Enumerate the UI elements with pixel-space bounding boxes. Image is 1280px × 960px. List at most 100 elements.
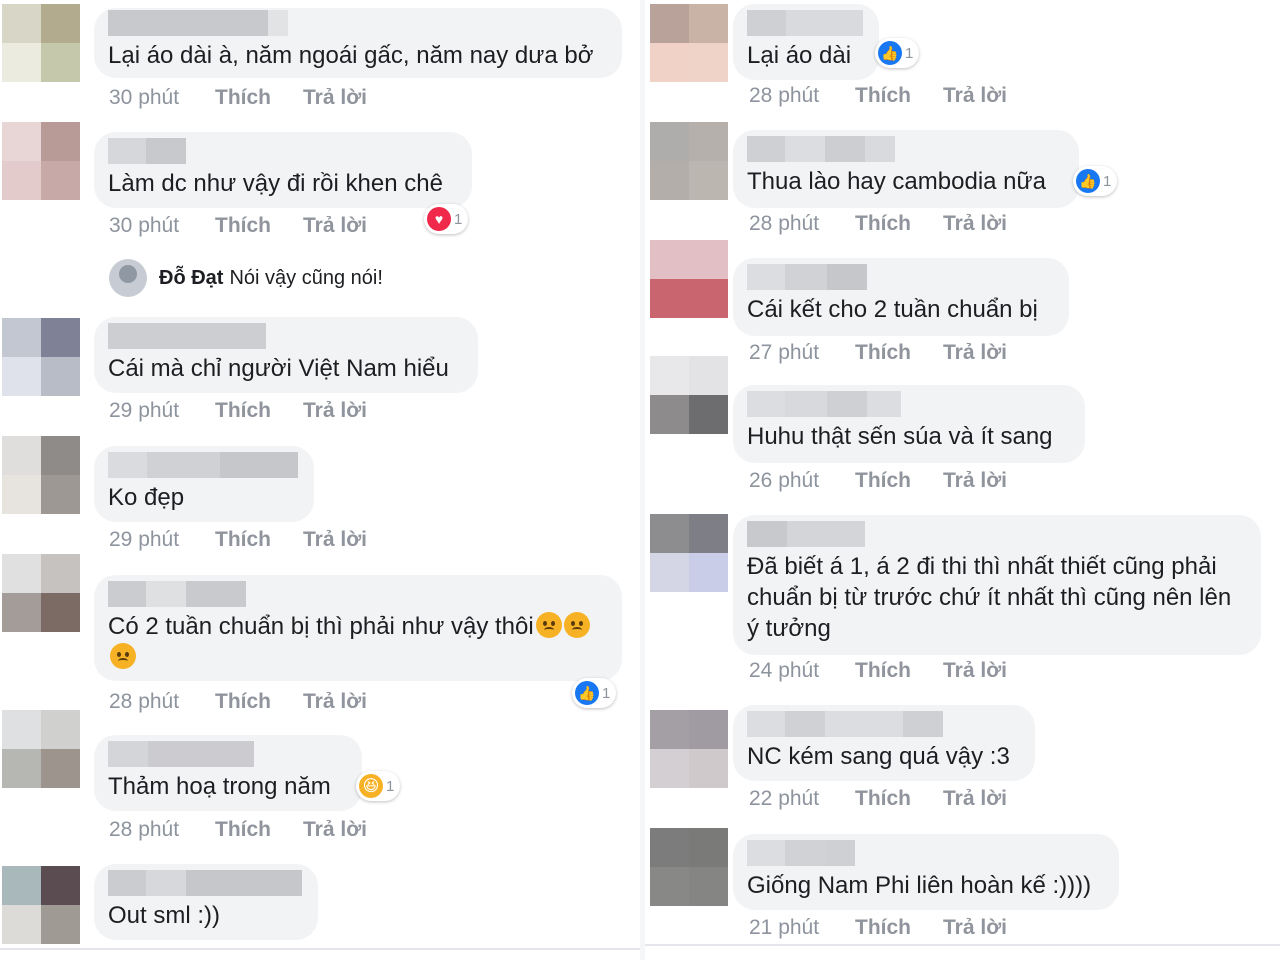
blurred-author-name[interactable] bbox=[108, 741, 346, 767]
avatar[interactable] bbox=[2, 866, 80, 944]
blurred-author-name[interactable] bbox=[747, 521, 1245, 547]
comment-meta: 28 phút Thích Trả lời bbox=[109, 818, 367, 842]
blurred-author-name[interactable] bbox=[108, 138, 456, 164]
comment-bubble: Huhu thật sến súa và ít sang bbox=[733, 385, 1085, 463]
avatar[interactable] bbox=[650, 122, 728, 200]
reply-link[interactable]: Trả lời bbox=[303, 690, 367, 714]
like-link[interactable]: Thích bbox=[215, 86, 303, 110]
avatar[interactable] bbox=[650, 710, 728, 788]
sad-emoji-icon bbox=[535, 612, 562, 638]
reaction-badge[interactable]: 😆 1 bbox=[356, 771, 401, 801]
reply-link[interactable]: Trả lời bbox=[303, 818, 367, 842]
divider bbox=[645, 944, 1280, 946]
like-icon: 👍 bbox=[1076, 169, 1100, 193]
comment-bubble: Đã biết á 1, á 2 đi thi thì nhất thiết c… bbox=[733, 515, 1261, 655]
blurred-author-name[interactable] bbox=[747, 840, 1103, 866]
sad-emoji-icon bbox=[110, 643, 136, 669]
blurred-author-name[interactable] bbox=[747, 264, 1053, 290]
comment-bubble: Lại áo dài à, năm ngoái gấc, năm nay dưa… bbox=[94, 8, 622, 78]
comment-bubble: Làm dc như vậy đi rồi khen chê bbox=[94, 132, 472, 208]
comment-text: Huhu thật sến súa và ít sang bbox=[747, 423, 1053, 450]
reply-link[interactable]: Trả lời bbox=[303, 528, 367, 552]
comment-time: 27 phút bbox=[749, 341, 820, 364]
avatar[interactable] bbox=[650, 514, 728, 592]
avatar[interactable] bbox=[650, 828, 728, 906]
comment-time: 29 phút bbox=[109, 399, 180, 422]
blurred-author-name[interactable] bbox=[747, 136, 1063, 162]
like-link[interactable]: Thích bbox=[215, 818, 303, 842]
avatar[interactable] bbox=[2, 4, 80, 82]
blurred-author-name[interactable] bbox=[747, 391, 1069, 417]
divider bbox=[0, 948, 640, 950]
reaction-badge[interactable]: 👍 1 bbox=[875, 38, 920, 68]
blurred-author-name[interactable] bbox=[747, 10, 863, 36]
like-link[interactable]: Thích bbox=[855, 212, 943, 236]
comment-meta: 30 phút Thích Trả lời bbox=[109, 86, 367, 110]
like-link[interactable]: Thích bbox=[215, 214, 303, 238]
blurred-author-name[interactable] bbox=[108, 323, 462, 349]
blurred-author-name[interactable] bbox=[108, 581, 606, 607]
reaction-badge[interactable]: 👍 1 bbox=[572, 678, 617, 708]
like-link[interactable]: Thích bbox=[855, 341, 943, 365]
like-link[interactable]: Thích bbox=[855, 916, 943, 940]
like-link[interactable]: Thích bbox=[855, 84, 943, 108]
reaction-count: 1 bbox=[454, 210, 463, 228]
comment-meta: 24 phút Thích Trả lời bbox=[749, 659, 1007, 683]
blurred-author-name[interactable] bbox=[108, 10, 606, 36]
like-link[interactable]: Thích bbox=[215, 690, 303, 714]
comment-meta: 27 phút Thích Trả lời bbox=[749, 341, 1007, 365]
comment-text: Ko đẹp bbox=[108, 484, 185, 511]
like-link[interactable]: Thích bbox=[215, 399, 303, 423]
comment-time: 26 phút bbox=[749, 469, 820, 492]
comment-text: Thua lào hay cambodia nữa bbox=[747, 168, 1046, 195]
comment-bubble: Thảm hoạ trong năm bbox=[94, 735, 362, 811]
avatar[interactable] bbox=[2, 554, 80, 632]
haha-icon: 😆 bbox=[359, 774, 383, 798]
comment-time: 21 phút bbox=[749, 916, 820, 939]
comment-text: Làm dc như vậy đi rồi khen chê bbox=[108, 170, 443, 197]
reply-avatar[interactable] bbox=[109, 259, 147, 297]
avatar[interactable] bbox=[2, 436, 80, 514]
like-link[interactable]: Thích bbox=[855, 659, 943, 683]
reply-link[interactable]: Trả lời bbox=[943, 916, 1007, 940]
nested-reply[interactable]: Đỗ Đạt Nói vậy cũng nói! bbox=[109, 259, 383, 297]
reply-link[interactable]: Trả lời bbox=[943, 787, 1007, 811]
reaction-badge[interactable]: 👍 1 bbox=[1073, 166, 1118, 196]
reply-link[interactable]: Trả lời bbox=[303, 214, 367, 238]
avatar[interactable] bbox=[650, 4, 728, 82]
comment-time: 24 phút bbox=[749, 659, 820, 682]
like-link[interactable]: Thích bbox=[215, 528, 303, 552]
comment-text: Đã biết á 1, á 2 đi thi thì nhất thiết c… bbox=[747, 553, 1238, 642]
comment-bubble: Ko đẹp bbox=[94, 446, 314, 522]
right-comment-column: Lại áo dài 👍 1 28 phút Thích Trả lời Thu… bbox=[645, 0, 1280, 960]
blurred-author-name[interactable] bbox=[747, 711, 1019, 737]
avatar[interactable] bbox=[650, 356, 728, 434]
heart-icon: ♥ bbox=[427, 207, 451, 231]
reply-link[interactable]: Trả lời bbox=[943, 659, 1007, 683]
reaction-count: 1 bbox=[602, 684, 611, 702]
blurred-author-name[interactable] bbox=[108, 870, 302, 896]
comment-time: 30 phút bbox=[109, 214, 180, 237]
reply-link[interactable]: Trả lời bbox=[943, 84, 1007, 108]
like-link[interactable]: Thích bbox=[855, 787, 943, 811]
avatar[interactable] bbox=[650, 240, 728, 318]
avatar[interactable] bbox=[2, 318, 80, 396]
comment-text: Thảm hoạ trong năm bbox=[108, 773, 331, 800]
avatar[interactable] bbox=[2, 710, 80, 788]
reply-link[interactable]: Trả lời bbox=[943, 469, 1007, 493]
reply-author[interactable]: Đỗ Đạt bbox=[159, 267, 223, 290]
comment-text: Cái kết cho 2 tuần chuẩn bị bbox=[747, 296, 1038, 323]
reply-link[interactable]: Trả lời bbox=[303, 86, 367, 110]
comment-bubble: Cái kết cho 2 tuần chuẩn bị bbox=[733, 258, 1069, 336]
reaction-badge[interactable]: ♥ 1 bbox=[424, 204, 469, 234]
reaction-count: 1 bbox=[1103, 172, 1112, 190]
reply-link[interactable]: Trả lời bbox=[303, 399, 367, 423]
like-link[interactable]: Thích bbox=[855, 469, 943, 493]
comment-bubble: Out sml :)) bbox=[94, 864, 318, 940]
comment-meta: 21 phút Thích Trả lời bbox=[749, 916, 1007, 940]
blurred-author-name[interactable] bbox=[108, 452, 298, 478]
comment-meta: 28 phút Thích Trả lời bbox=[749, 84, 1007, 108]
reply-link[interactable]: Trả lời bbox=[943, 212, 1007, 236]
avatar[interactable] bbox=[2, 122, 80, 200]
reply-link[interactable]: Trả lời bbox=[943, 341, 1007, 365]
